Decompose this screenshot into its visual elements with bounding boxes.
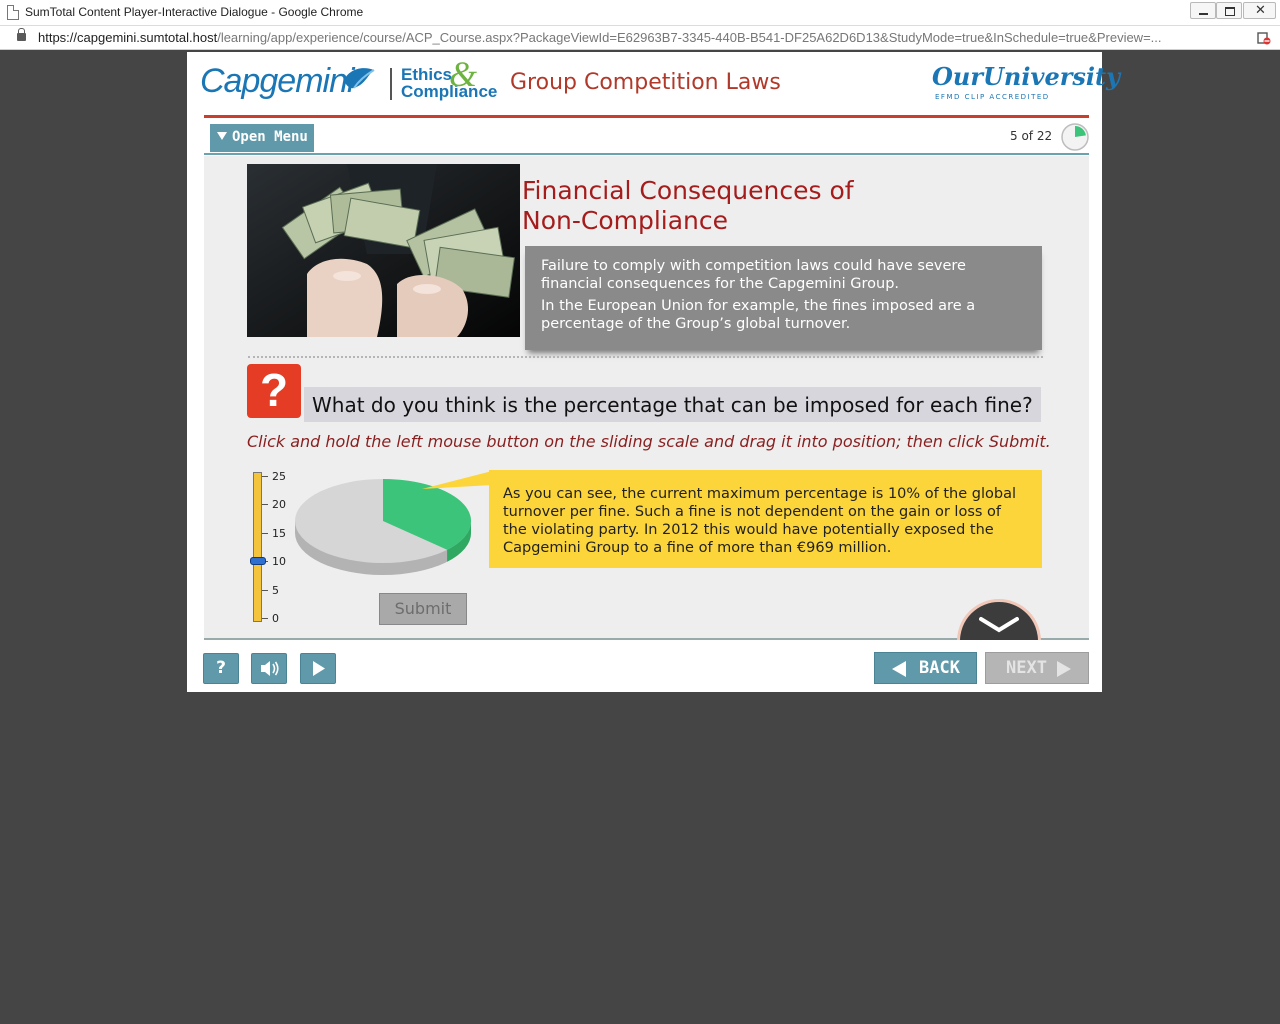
slider-tick-label: 5 — [272, 583, 279, 597]
close-button[interactable]: ✕ — [1243, 2, 1276, 19]
slide-title: Financial Consequences of Non-Compliance — [522, 176, 854, 236]
back-label: BACK — [919, 658, 960, 678]
percentage-slider-thumb[interactable] — [250, 557, 266, 566]
chevron-down-icon — [979, 617, 1019, 633]
popup-blocked-icon[interactable] — [1257, 31, 1271, 45]
window-title: SumTotal Content Player-Interactive Dial… — [25, 5, 364, 19]
audio-button[interactable] — [251, 653, 287, 684]
info-paragraph-1: Failure to comply with competition laws … — [541, 258, 966, 292]
slider-tick — [262, 476, 268, 477]
capgemini-logo: Capgemini — [200, 62, 355, 100]
address-bar[interactable]: https://capgemini.sumtotal.host/learning… — [0, 26, 1280, 50]
info-box: Failure to comply with competition laws … — [525, 246, 1042, 350]
open-menu-button[interactable]: Open Menu — [210, 124, 314, 152]
money-photo — [247, 164, 520, 337]
maximize-button[interactable] — [1216, 2, 1242, 19]
header-divider — [204, 115, 1089, 118]
section-divider — [248, 356, 1043, 358]
minimize-button[interactable] — [1190, 2, 1216, 19]
feedback-box: As you can see, the current maximum perc… — [489, 470, 1042, 568]
menu-triangle-icon — [217, 132, 227, 140]
help-button[interactable]: ? — [203, 653, 239, 684]
capgemini-spade-icon — [344, 68, 375, 89]
url-host: https://capgemini.sumtotal.host — [38, 30, 218, 45]
next-arrow-icon — [1057, 661, 1071, 677]
slider-tick — [262, 589, 268, 591]
scroll-down-button[interactable] — [955, 596, 1043, 640]
logo-divider — [390, 68, 392, 100]
play-icon — [313, 661, 325, 676]
instruction-text: Click and hold the left mouse button on … — [247, 432, 1051, 451]
slider-tick-label: 10 — [272, 555, 286, 569]
our-university-subtitle: EFMD CLIP ACCREDITED — [935, 93, 1050, 101]
percentage-slider-track[interactable] — [253, 472, 262, 622]
back-arrow-icon — [892, 661, 906, 677]
slider-tick — [262, 504, 268, 506]
next-label: NEXT — [1006, 658, 1047, 678]
progress-ring-icon — [1061, 123, 1089, 151]
url-text[interactable]: https://capgemini.sumtotal.host/learning… — [38, 30, 1243, 45]
course-player: Capgemini Ethics Compliance & Group Comp… — [187, 52, 1120, 692]
menu-bar: Open Menu 5 of 22 — [204, 122, 1089, 155]
course-header: Capgemini Ethics Compliance & Group Comp… — [187, 52, 1120, 118]
page-icon — [7, 5, 19, 20]
play-button[interactable] — [300, 653, 336, 684]
open-menu-label: Open Menu — [232, 129, 308, 145]
lock-icon — [17, 28, 26, 41]
window-titlebar: SumTotal Content Player-Interactive Dial… — [0, 0, 1280, 26]
course-title: Group Competition Laws — [510, 70, 781, 95]
slider-tick-label: 20 — [272, 498, 286, 512]
question-mark-icon: ? — [247, 364, 301, 418]
ethics-logo-ampersand: & — [449, 54, 478, 94]
url-path: /learning/app/experience/course/ACP_Cour… — [217, 30, 1162, 45]
slider-tick-label: 0 — [272, 612, 279, 625]
slider-tick — [262, 532, 268, 534]
slider-tick-label: 15 — [272, 526, 286, 540]
slide-title-line1: Financial Consequences of — [522, 176, 854, 205]
money-hands-image — [247, 164, 520, 337]
speaker-icon — [261, 661, 279, 676]
question-text: What do you think is the percentage that… — [304, 387, 1041, 422]
back-button[interactable]: BACK — [874, 652, 977, 684]
slide-content: Financial Consequences of Non-Compliance… — [204, 156, 1089, 640]
close-icon: ✕ — [1255, 3, 1266, 18]
slider-tick — [262, 618, 268, 619]
info-paragraph-2: In the European Union for example, the f… — [541, 298, 976, 332]
feedback-pointer — [422, 471, 492, 489]
our-university-logo: OurUniversity — [932, 62, 1121, 91]
menu-divider — [204, 153, 1089, 155]
slider-tick-label: 25 — [272, 470, 286, 483]
slide-title-line2: Non-Compliance — [522, 206, 729, 235]
next-button[interactable]: NEXT — [985, 652, 1089, 684]
submit-button[interactable]: Submit — [379, 593, 467, 625]
page-counter: 5 of 22 — [1010, 129, 1053, 143]
